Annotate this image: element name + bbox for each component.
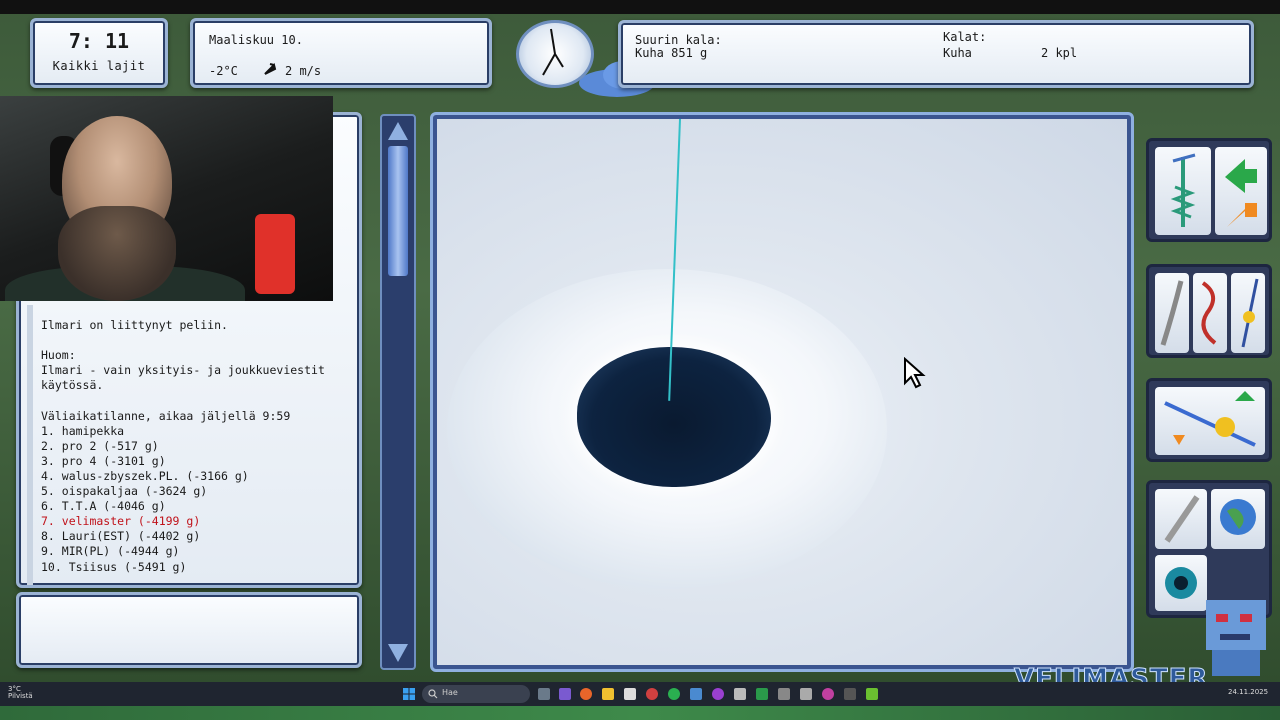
chat-line bbox=[41, 393, 351, 408]
taskview-icon[interactable] bbox=[538, 688, 550, 700]
vertical-scrollbar[interactable] bbox=[380, 114, 416, 670]
clock-panel: 7: 11 Kaikki lajit bbox=[30, 18, 168, 88]
webcam-overlay bbox=[0, 96, 333, 301]
compass-icon bbox=[516, 20, 594, 88]
weather-wind: 2 m/s bbox=[285, 64, 322, 78]
nvidia-icon[interactable] bbox=[866, 688, 878, 700]
taskbar-weather[interactable]: 3°C Pilvistä bbox=[8, 686, 33, 700]
clock-time: 7: 11 bbox=[68, 29, 130, 53]
taskbar-search-input[interactable]: Hae bbox=[422, 685, 530, 703]
wind-arrow-icon bbox=[264, 63, 277, 75]
fish-list-title: Kalat: bbox=[943, 30, 987, 44]
settings-icon[interactable] bbox=[778, 688, 790, 700]
lure-icon[interactable] bbox=[1155, 273, 1189, 353]
species-filter-label[interactable]: Kaikki lajit bbox=[33, 59, 165, 73]
game-view[interactable] bbox=[437, 119, 1127, 665]
store-icon[interactable] bbox=[624, 688, 636, 700]
chat-line: 2. pro 2 (-517 g) bbox=[41, 438, 159, 453]
chat-scrollbar[interactable] bbox=[27, 305, 33, 585]
taskbar-weather-desc: Pilvistä bbox=[8, 692, 33, 700]
chat-line: 5. oispakaljaa (-3624 g) bbox=[41, 484, 208, 499]
search-icon bbox=[428, 689, 438, 699]
knife-icon[interactable] bbox=[1155, 489, 1207, 549]
ice-hole[interactable] bbox=[577, 347, 771, 487]
teams-icon[interactable] bbox=[559, 688, 571, 700]
chat-line: 9. MIR(PL) (-4944 g) bbox=[41, 544, 180, 559]
chat-line bbox=[41, 333, 351, 348]
chat-log: Ilmari on liittynyt peliin. Huom: Ilmari … bbox=[41, 318, 351, 575]
webcam-microphone bbox=[255, 214, 295, 294]
chat-line: 3. pro 4 (-3101 g) bbox=[41, 453, 166, 468]
tool-icon[interactable] bbox=[800, 688, 812, 700]
chat-line: Ilmari on liittynyt peliin. bbox=[41, 318, 228, 332]
scroll-thumb[interactable] bbox=[388, 146, 408, 276]
steam-icon[interactable] bbox=[690, 688, 702, 700]
excel-icon[interactable] bbox=[756, 688, 768, 700]
biggest-fish-title: Suurin kala: bbox=[635, 33, 722, 47]
weather-temperature: -2°C bbox=[209, 64, 238, 78]
top-strip bbox=[0, 0, 1280, 14]
chrome-icon[interactable] bbox=[646, 688, 658, 700]
chat-line: 6. T.T.A (-4046 g) bbox=[41, 499, 166, 514]
chat-line: 1. hamipekka bbox=[41, 423, 125, 438]
windows-start-icon[interactable] bbox=[403, 688, 415, 700]
windows-taskbar: 3°C Pilvistä Hae 24.11.2025 bbox=[0, 682, 1280, 706]
chat-line: 10. Tsiisus (-5491 g) bbox=[41, 559, 187, 574]
scroll-up-arrow-icon[interactable] bbox=[388, 122, 408, 140]
bottom-strip bbox=[0, 706, 1280, 720]
tool-panel-rod bbox=[1146, 378, 1272, 462]
chat-line: Väliaikatilanne, aikaa jäljellä 9:59 bbox=[41, 408, 291, 423]
tool-panel-lures bbox=[1146, 264, 1272, 358]
ice-drill-icon[interactable] bbox=[1155, 147, 1211, 235]
jig-icon[interactable] bbox=[1231, 273, 1265, 353]
chat-line: 8. Lauri(EST) (-4402 g) bbox=[41, 529, 201, 544]
chat-line: Ilmari - vain yksityis- ja joukkueviesti… bbox=[41, 363, 325, 378]
taskbar-search-placeholder: Hae bbox=[442, 688, 458, 697]
chat-line: Huom: bbox=[41, 348, 76, 363]
catch-panel: Suurin kala: Kuha 851 g Kalat: Kuha 2 kp… bbox=[618, 20, 1254, 88]
file-explorer-icon[interactable] bbox=[602, 688, 614, 700]
webcam-person-beard bbox=[58, 206, 176, 301]
biggest-fish-value: Kuha 851 g bbox=[635, 46, 708, 60]
taskbar-date: 24.11.2025 bbox=[1228, 688, 1269, 696]
move-arrows-icon[interactable] bbox=[1215, 147, 1267, 235]
chat-line: 4. walus-zbyszek.PL. (-3166 g) bbox=[41, 468, 249, 483]
obs-icon[interactable] bbox=[712, 688, 724, 700]
fish-count: 2 kpl bbox=[1041, 46, 1078, 60]
globe-icon[interactable] bbox=[1211, 489, 1265, 549]
chat-line: 7. velimaster (-4199 g) bbox=[41, 514, 201, 529]
chat-input[interactable] bbox=[16, 592, 362, 668]
fish-species: Kuha bbox=[943, 46, 972, 60]
worm-icon[interactable] bbox=[1193, 273, 1227, 353]
weather-date: Maaliskuu 10. bbox=[209, 33, 303, 47]
messenger-icon[interactable] bbox=[822, 688, 834, 700]
app-icon[interactable] bbox=[734, 688, 746, 700]
chat-line: käytössä. bbox=[41, 378, 104, 393]
rod-icon[interactable] bbox=[1155, 387, 1265, 455]
cursor-icon bbox=[904, 357, 926, 389]
game-taskbar-icon[interactable] bbox=[844, 688, 856, 700]
weather-panel: Maaliskuu 10. -2°C 2 m/s bbox=[190, 18, 655, 97]
tool-panel-drill bbox=[1146, 138, 1272, 242]
scroll-down-arrow-icon[interactable] bbox=[388, 644, 408, 662]
firefox-icon[interactable] bbox=[580, 688, 592, 700]
spotify-icon[interactable] bbox=[668, 688, 680, 700]
mascot-logo-icon bbox=[1206, 600, 1266, 676]
